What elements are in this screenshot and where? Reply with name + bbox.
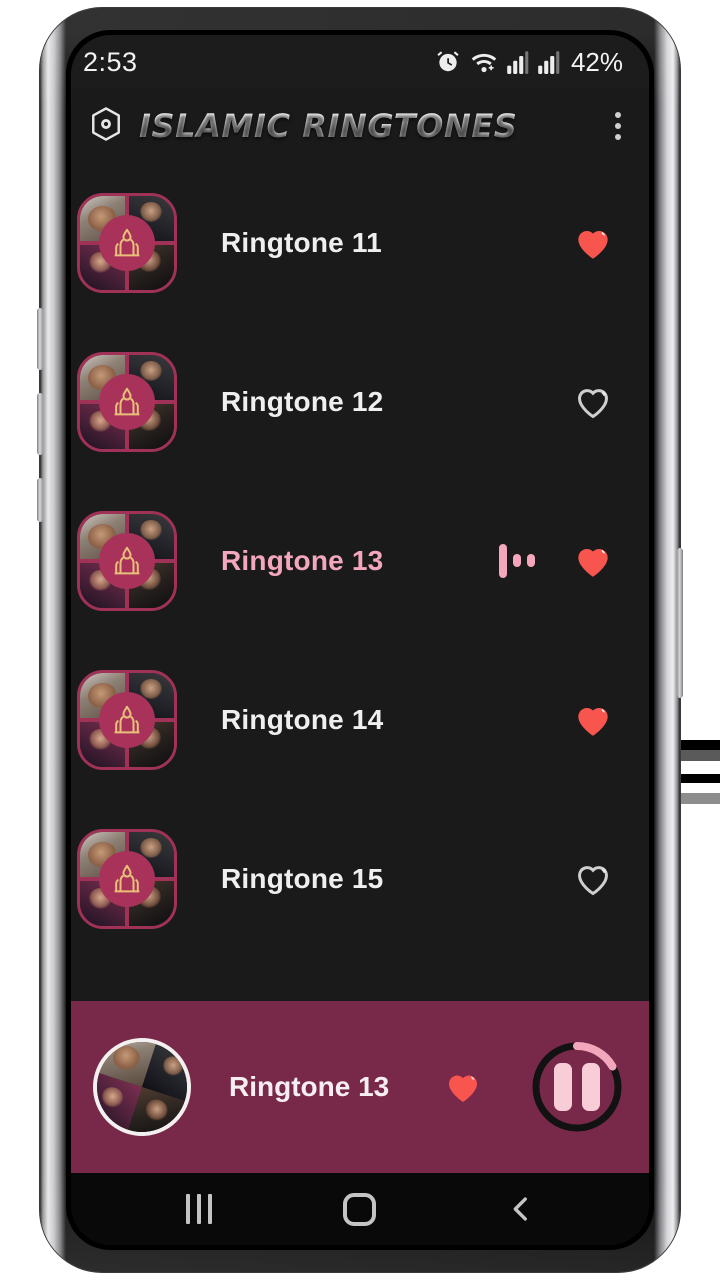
list-item-title: Ringtone 11 bbox=[221, 226, 382, 258]
progress-ring bbox=[532, 1042, 622, 1132]
favorite-button[interactable] bbox=[571, 380, 615, 424]
status-bar: 2:53 42% bbox=[71, 35, 649, 89]
power-button[interactable] bbox=[677, 548, 683, 698]
mosque-icon bbox=[99, 850, 155, 907]
now-playing-favorite-button[interactable] bbox=[441, 1065, 485, 1109]
home-button[interactable] bbox=[315, 1181, 405, 1237]
mosque-icon bbox=[99, 691, 155, 748]
list-item[interactable]: Ringtone 11 bbox=[71, 163, 649, 322]
back-button[interactable] bbox=[476, 1181, 566, 1237]
ringtone-thumbnail bbox=[77, 669, 177, 770]
status-clock: 2:53 bbox=[83, 46, 138, 77]
list-item[interactable]: Ringtone 14 bbox=[71, 640, 649, 799]
now-playing-title: Ringtone 13 bbox=[229, 1071, 390, 1102]
now-playing-artwork bbox=[80, 1025, 204, 1149]
list-item-title: Ringtone 12 bbox=[221, 385, 384, 417]
ringtone-thumbnail bbox=[77, 510, 177, 611]
list-item-title: Ringtone 14 bbox=[221, 703, 384, 735]
page-title: ISLAMIC RINGTONES bbox=[139, 107, 593, 145]
favorite-button[interactable] bbox=[571, 698, 615, 742]
favorite-button[interactable] bbox=[571, 857, 615, 901]
ringtone-list[interactable]: Ringtone 11 Ringtone 12 Ringtone 13 Ring… bbox=[71, 163, 649, 1001]
home-icon bbox=[343, 1192, 377, 1226]
playing-equalizer-icon bbox=[499, 543, 535, 578]
screenshot-root: 2:53 42% ISLAMIC RINGTONES Ringtone 11 R… bbox=[0, 0, 720, 1280]
recents-icon bbox=[186, 1194, 213, 1224]
wifi-icon bbox=[470, 49, 498, 75]
app-bar: ISLAMIC RINGTONES bbox=[71, 89, 649, 163]
volume-up-button[interactable] bbox=[37, 308, 43, 370]
more-vertical-icon[interactable] bbox=[607, 106, 629, 146]
ringtone-thumbnail bbox=[77, 351, 177, 452]
screen-content: 2:53 42% ISLAMIC RINGTONES Ringtone 11 R… bbox=[71, 35, 649, 1245]
favorite-button[interactable] bbox=[571, 221, 615, 265]
now-playing-bar[interactable]: Ringtone 13 bbox=[71, 1001, 649, 1173]
list-item-title: Ringtone 15 bbox=[221, 862, 384, 894]
phone-device: 2:53 42% ISLAMIC RINGTONES Ringtone 11 R… bbox=[37, 8, 683, 1272]
alarm-icon bbox=[435, 49, 461, 75]
mosque-icon bbox=[99, 532, 155, 589]
favorite-button[interactable] bbox=[571, 539, 615, 583]
list-item[interactable]: Ringtone 15 bbox=[71, 799, 649, 958]
recents-button[interactable] bbox=[154, 1181, 244, 1237]
mosque-icon bbox=[99, 373, 155, 430]
status-icons: 42% bbox=[435, 47, 623, 78]
mosque-icon bbox=[99, 214, 155, 271]
back-icon bbox=[504, 1192, 538, 1226]
list-item[interactable]: Ringtone 13 bbox=[71, 481, 649, 640]
phone-screen: 2:53 42% ISLAMIC RINGTONES Ringtone 11 R… bbox=[66, 30, 654, 1250]
hexagon-record-icon bbox=[87, 105, 125, 148]
signal-icon-1 bbox=[507, 50, 529, 74]
volume-down-button[interactable] bbox=[37, 393, 43, 455]
side-button[interactable] bbox=[37, 478, 43, 522]
battery-percentage: 42% bbox=[570, 46, 623, 77]
list-item[interactable]: Ringtone 12 bbox=[71, 322, 649, 481]
pause-button[interactable] bbox=[531, 1041, 623, 1133]
system-navigation-bar bbox=[71, 1173, 649, 1245]
ringtone-thumbnail bbox=[77, 192, 177, 293]
signal-icon-2 bbox=[538, 50, 560, 74]
list-item-title: Ringtone 13 bbox=[221, 544, 384, 576]
ringtone-thumbnail bbox=[77, 828, 177, 929]
